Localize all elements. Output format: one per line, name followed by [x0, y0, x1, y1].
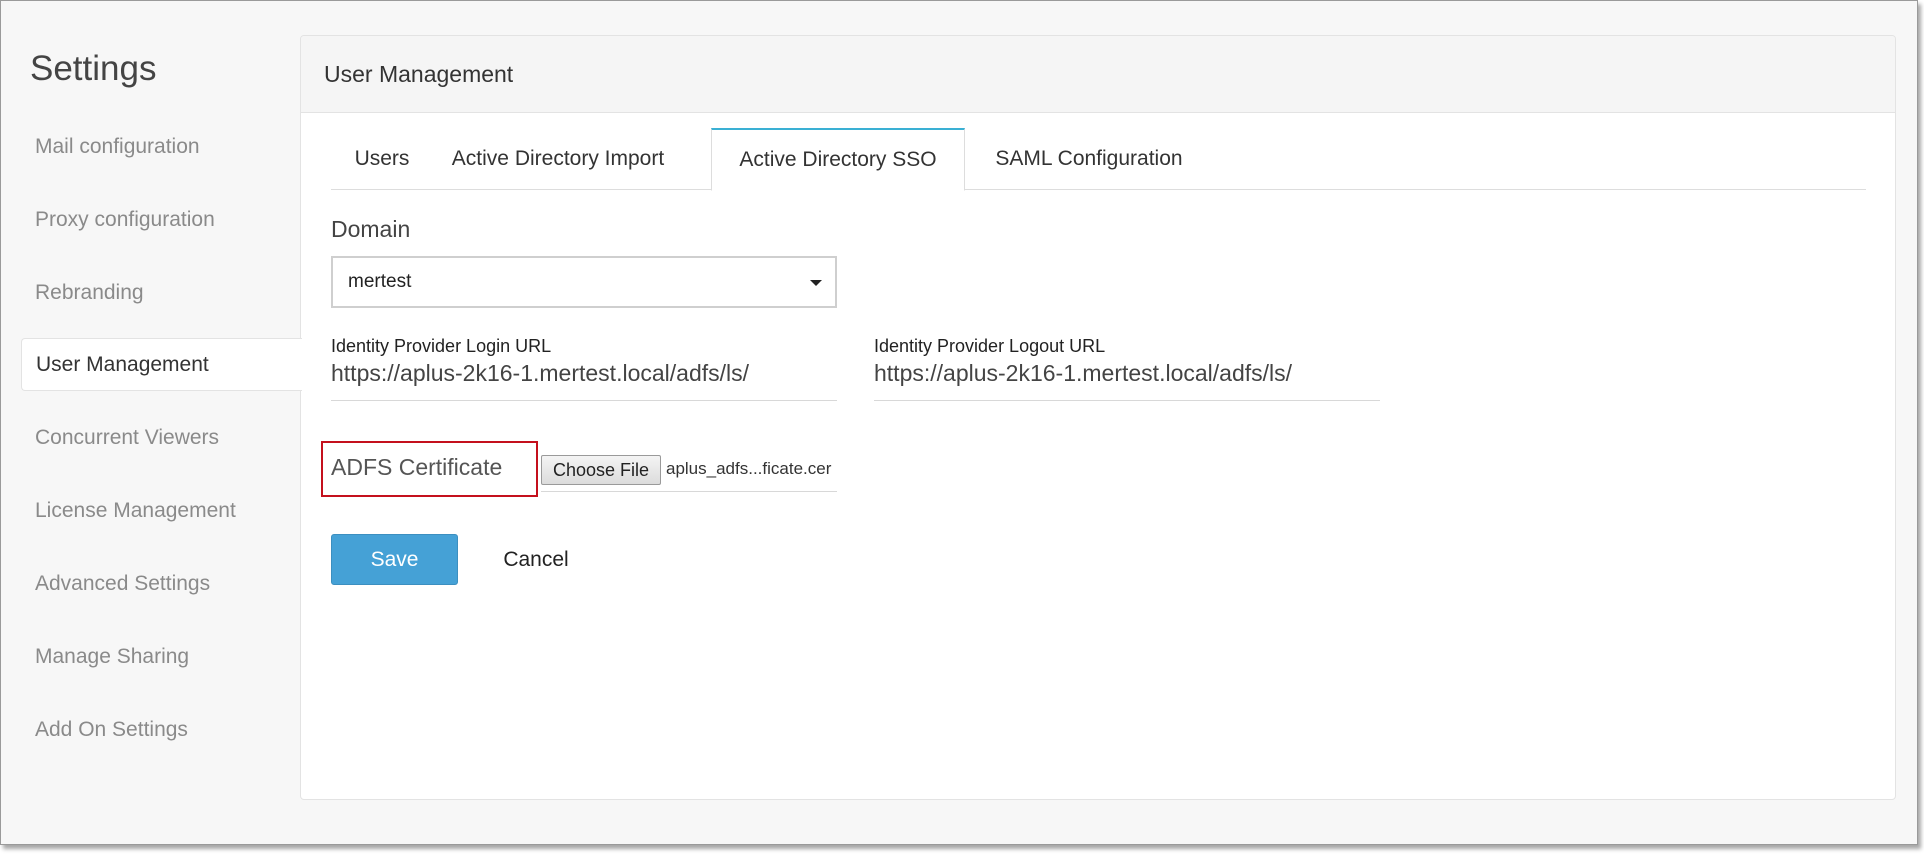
- tab-saml-configuration[interactable]: SAML Configuration: [965, 128, 1213, 190]
- sidebar-item-label: Concurrent Viewers: [35, 425, 220, 449]
- sidebar-item-label: Manage Sharing: [35, 644, 190, 668]
- tab-bar: Users Active Directory Import Active Dir…: [331, 128, 1866, 191]
- sidebar-item-rebranding[interactable]: Rebranding: [21, 266, 301, 319]
- cancel-button[interactable]: Cancel: [481, 534, 591, 585]
- sidebar-item-label: Advanced Settings: [35, 571, 211, 595]
- certificate-file-name: aplus_adfs...ficate.cer: [666, 459, 832, 478]
- choose-file-button[interactable]: Choose File: [541, 455, 661, 485]
- sidebar-item-label: Proxy configuration: [35, 207, 215, 231]
- tab-label: Active Directory Import: [451, 147, 665, 170]
- tab-label: SAML Configuration: [995, 147, 1183, 170]
- caret-down-icon: [810, 280, 822, 286]
- file-input-underline: [541, 491, 837, 492]
- sidebar-item-license-management[interactable]: License Management: [21, 484, 301, 537]
- sidebar-item-add-on-settings[interactable]: Add On Settings: [21, 703, 301, 756]
- app-window: Settings Mail configuration Proxy config…: [0, 0, 1918, 845]
- tab-label: Active Directory SSO: [739, 148, 937, 171]
- sidebar-item-label: User Management: [36, 352, 209, 376]
- panel-title: User Management: [324, 60, 514, 87]
- sidebar-item-concurrent-viewers[interactable]: Concurrent Viewers: [21, 411, 301, 464]
- save-button[interactable]: Save: [331, 534, 458, 585]
- user-management-panel: User Management Users Active Directory I…: [300, 35, 1896, 800]
- sidebar-item-user-management[interactable]: User Management: [21, 338, 302, 391]
- sidebar-item-label: Mail configuration: [35, 134, 200, 158]
- login-url-field[interactable]: https://aplus-2k16-1.mertest.local/adfs/…: [331, 356, 837, 401]
- settings-title: Settings: [30, 49, 157, 88]
- domain-select-value: mertest: [348, 271, 412, 292]
- tab-active-directory-sso[interactable]: Active Directory SSO: [711, 128, 965, 191]
- logout-url-label: Identity Provider Logout URL: [874, 336, 1106, 356]
- logout-url-field[interactable]: https://aplus-2k16-1.mertest.local/adfs/…: [874, 356, 1380, 401]
- sidebar-item-label: License Management: [35, 498, 236, 522]
- tab-users[interactable]: Users: [331, 128, 433, 190]
- panel-header: User Management: [301, 36, 1895, 113]
- sidebar-item-label: Rebranding: [35, 280, 144, 304]
- sidebar-item-mail-configuration[interactable]: Mail configuration: [21, 120, 301, 173]
- tab-active-directory-import[interactable]: Active Directory Import: [433, 128, 683, 190]
- sidebar-item-label: Add On Settings: [35, 717, 188, 741]
- domain-label: Domain: [331, 216, 411, 242]
- sidebar-item-advanced-settings[interactable]: Advanced Settings: [21, 557, 301, 610]
- adfs-certificate-label: ADFS Certificate: [331, 454, 503, 480]
- sidebar-item-manage-sharing[interactable]: Manage Sharing: [21, 630, 301, 683]
- domain-select[interactable]: mertest: [331, 256, 837, 308]
- login-url-label: Identity Provider Login URL: [331, 336, 552, 356]
- sidebar-item-proxy-configuration[interactable]: Proxy configuration: [21, 193, 301, 246]
- tab-label: Users: [354, 147, 410, 170]
